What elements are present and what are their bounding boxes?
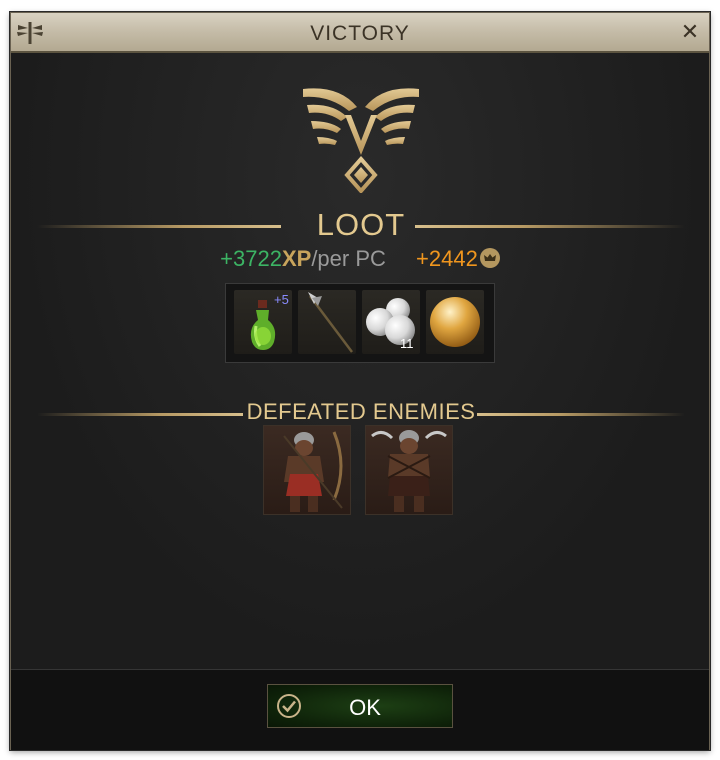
loot-item-golden-pearl[interactable]: [426, 290, 484, 354]
winged-crest-icon: [303, 88, 419, 193]
item-quantity: 11: [400, 336, 414, 351]
gold-amount: +2442: [416, 246, 478, 271]
ok-button[interactable]: OK: [267, 684, 453, 728]
xp-unit: XP: [281, 246, 312, 271]
loot-section-header: LOOT: [37, 207, 685, 242]
orc-warrior-portrait: [371, 430, 447, 512]
item-enhancement-badge: +5: [274, 292, 289, 307]
divider-line: [477, 413, 685, 416]
orc-archer-portrait: [283, 431, 343, 512]
dialog-content: LOOT +3722XP/per PC +2442 +5 11 DEFEATED…: [11, 53, 709, 669]
victory-dialog: VICTORY ✕ LOOT +3722XP/per PC +2442 +5 1…: [10, 12, 710, 750]
rewards-summary: +3722XP/per PC +2442: [11, 246, 709, 272]
enemy-portrait[interactable]: [263, 425, 351, 515]
dialog-footer: OK: [11, 669, 709, 750]
golden-pearl-icon: [430, 297, 480, 347]
enemy-portrait[interactable]: [365, 425, 453, 515]
dialog-title: VICTORY: [310, 22, 410, 45]
loot-item-spear[interactable]: [298, 290, 356, 354]
ok-button-label: OK: [349, 695, 381, 720]
crown-coin-icon: [479, 248, 500, 268]
title-bar: VICTORY ✕: [11, 13, 709, 53]
defeated-enemies-heading: DEFEATED ENEMIES: [246, 399, 476, 424]
loot-item-pearls[interactable]: 11: [362, 290, 420, 354]
defeated-enemies-list: [263, 425, 453, 517]
loot-item-potion[interactable]: +5: [234, 290, 292, 354]
close-icon[interactable]: ✕: [679, 21, 701, 43]
divider-line: [415, 225, 685, 228]
xp-amount: +3722: [220, 246, 282, 271]
loot-items-bar: +5 11: [225, 283, 495, 363]
xp-per-pc: /per PC: [311, 246, 386, 271]
spear-icon: [308, 292, 353, 353]
